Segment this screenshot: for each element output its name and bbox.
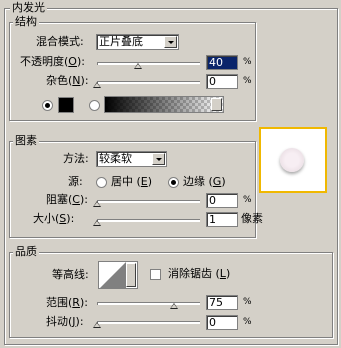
- opacity-slider-thumb[interactable]: [133, 63, 142, 69]
- range-unit: %: [243, 297, 252, 307]
- method-label: 方法:: [63, 152, 89, 165]
- range-slider-track[interactable]: [97, 302, 200, 305]
- jitter-unit: %: [243, 317, 252, 327]
- method-value: 较柔软: [99, 152, 132, 165]
- antialias-checkbox[interactable]: [150, 269, 161, 280]
- source-center-radio[interactable]: [96, 177, 107, 188]
- opacity-label: 不透明度(O):: [20, 55, 85, 68]
- contour-picker[interactable]: [98, 261, 138, 289]
- gradient-picker[interactable]: [104, 96, 224, 113]
- structure-title: 结构: [13, 15, 39, 28]
- inner-glow-title: 内发光: [10, 1, 47, 14]
- source-edge-label[interactable]: 边缘 (G): [183, 175, 226, 189]
- choke-label: 阻塞(C):: [46, 193, 88, 206]
- noise-input[interactable]: 0: [206, 74, 238, 89]
- blend-mode-value: 正片叠底: [99, 35, 143, 48]
- opacity-input[interactable]: 40: [206, 55, 238, 70]
- chevron-down-icon: [164, 36, 177, 48]
- color-swatch[interactable]: [58, 97, 74, 113]
- preview-glow-circle: [280, 148, 304, 172]
- elements-title: 图素: [13, 134, 39, 147]
- chevron-down-icon: [126, 263, 136, 287]
- size-slider-track[interactable]: [97, 219, 200, 222]
- size-label: 大小(S):: [33, 212, 75, 225]
- opacity-unit: %: [243, 57, 252, 67]
- contour-linear-icon: [100, 262, 126, 288]
- noise-slider-track[interactable]: [97, 81, 200, 84]
- blend-mode-select[interactable]: 正片叠底: [96, 34, 179, 50]
- source-label: 源:: [68, 175, 83, 188]
- choke-slider-track[interactable]: [97, 200, 200, 203]
- quality-title: 品质: [13, 245, 39, 258]
- noise-unit: %: [243, 76, 252, 86]
- chevron-down-icon: [152, 153, 165, 165]
- jitter-slider-track[interactable]: [97, 321, 200, 324]
- choke-unit: %: [243, 195, 252, 205]
- range-input[interactable]: 75: [206, 295, 238, 310]
- size-unit: 像素: [241, 212, 263, 225]
- preview-box: [259, 127, 327, 193]
- size-input[interactable]: 1: [206, 212, 238, 227]
- jitter-label: 抖动(J):: [46, 315, 84, 328]
- source-center-label[interactable]: 居中 (E): [111, 175, 152, 189]
- range-label: 范围(R):: [46, 296, 88, 309]
- opacity-slider-track[interactable]: [97, 62, 200, 65]
- choke-slider-thumb[interactable]: [93, 201, 101, 207]
- jitter-input[interactable]: 0: [206, 315, 238, 330]
- noise-label: 杂色(N):: [46, 74, 89, 87]
- method-select[interactable]: 较柔软: [96, 151, 167, 167]
- antialias-label[interactable]: 消除锯齿 (L): [168, 267, 230, 281]
- blend-mode-label: 混合模式:: [36, 35, 84, 48]
- chevron-down-icon: [211, 98, 222, 111]
- range-slider-thumb[interactable]: [169, 303, 178, 309]
- solid-color-radio[interactable]: [42, 100, 53, 111]
- jitter-slider-thumb[interactable]: [93, 322, 101, 328]
- choke-input[interactable]: 0: [206, 193, 238, 208]
- size-slider-thumb[interactable]: [93, 220, 102, 226]
- gradient-radio[interactable]: [89, 100, 100, 111]
- source-edge-radio[interactable]: [168, 177, 179, 188]
- noise-slider-thumb[interactable]: [93, 82, 101, 88]
- contour-label: 等高线:: [52, 268, 89, 281]
